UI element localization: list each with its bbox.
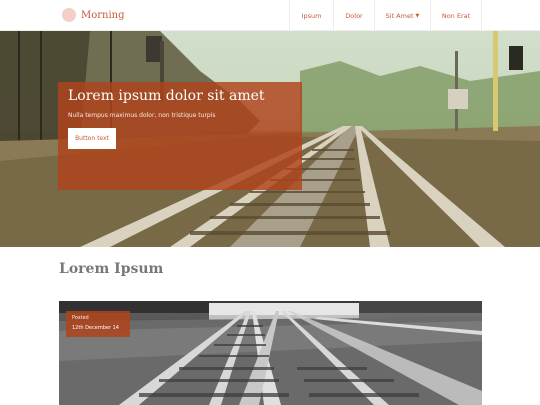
caret-down-icon: ▼	[415, 12, 420, 19]
hero-title: Lorem ipsum dolor sit amet	[68, 88, 265, 104]
brand-name: Morning	[81, 9, 125, 21]
nav-item-dolor[interactable]: Dolor	[333, 0, 374, 31]
hero-subtitle: Nulla tempus maximus dolor, non tristiqu…	[68, 112, 216, 119]
nav-item-label: Sit Amet	[385, 11, 414, 20]
post-card[interactable]: Posted 12th December 14	[59, 301, 482, 405]
nav-item-ipsum[interactable]: Ipsum	[289, 0, 333, 31]
brand[interactable]: Morning	[62, 7, 125, 23]
circle-logo-icon	[62, 8, 76, 22]
hero-caption-box: Lorem ipsum dolor sit amet Nulla tempus …	[58, 82, 302, 190]
post-meta-box: Posted 12th December 14	[66, 311, 130, 337]
post-meta-label: Posted	[72, 315, 89, 321]
section-title: Lorem Ipsum	[59, 261, 164, 277]
hero-banner: Lorem ipsum dolor sit amet Nulla tempus …	[0, 31, 540, 247]
nav-item-sit-amet[interactable]: Sit Amet ▼	[374, 0, 430, 31]
hero-button[interactable]: Button text	[68, 128, 116, 149]
site-header: Morning Ipsum Dolor Sit Amet ▼ Non Erat	[0, 0, 540, 31]
main-nav: Ipsum Dolor Sit Amet ▼ Non Erat	[289, 0, 482, 31]
post-meta-date: 12th December 14	[72, 325, 119, 331]
nav-item-non-erat[interactable]: Non Erat	[430, 0, 482, 31]
